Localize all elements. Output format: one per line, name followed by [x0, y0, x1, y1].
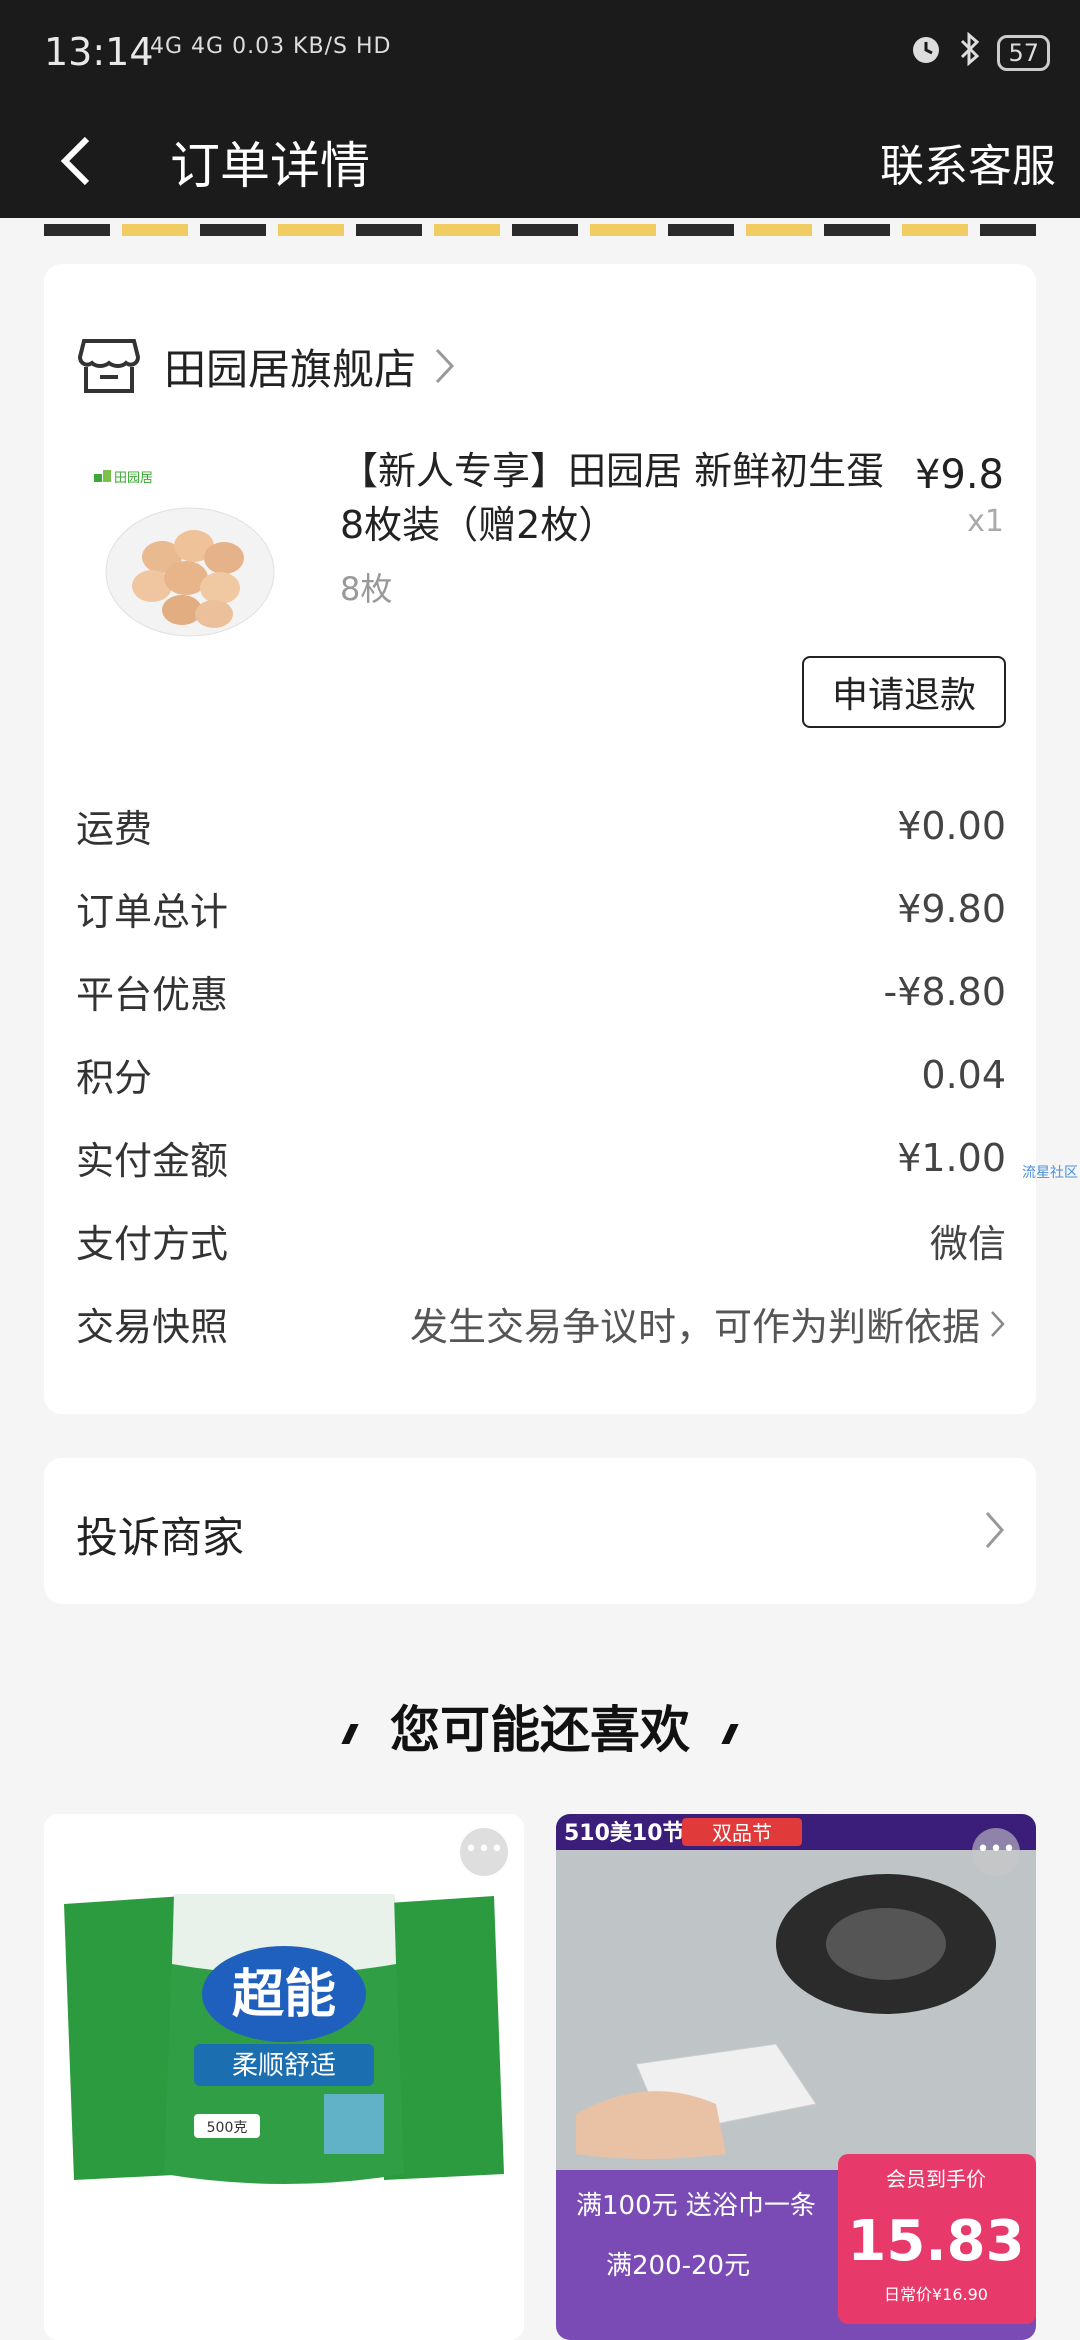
summary-value: 0.04 — [921, 1052, 1006, 1097]
status-bar: 13:14 4G 4G 0.03 KB/S HD 57 — [0, 0, 1080, 108]
sponge-product-image: 510美10节 双品节 满100元 送浴巾一条 满200-20元 会员到手价 1… — [556, 1814, 1036, 2340]
summary-row-discount: 平台优惠 -¥8.80 — [76, 950, 1006, 1033]
detergent-net-text: 500克 — [207, 2120, 248, 2136]
bluetooth-icon — [959, 31, 981, 73]
store-icon — [78, 339, 140, 393]
recommend-heading: 您可能还喜欢 — [0, 1690, 1080, 1762]
promo-text: 满100元 送浴巾一条 — [576, 2191, 816, 2221]
brand-logo-text: 田园居 — [114, 471, 153, 486]
detergent-subtitle-text: 柔顺舒适 — [232, 2051, 336, 2081]
shop-link[interactable]: 田园居旗舰店 — [78, 326, 456, 406]
chevron-right-icon — [435, 348, 455, 384]
summary-value: -¥8.80 — [883, 969, 1007, 1014]
summary-row-paid: 实付金额 ¥1.00 — [76, 1116, 1006, 1199]
product-title[interactable]: 【新人专享】田园居 新鲜初生蛋 8枚装（赠2枚） — [340, 444, 900, 552]
summary-label: 积分 — [76, 1056, 153, 1100]
chevron-right-icon — [991, 1310, 1005, 1337]
summary-value: ¥1.00 — [897, 1135, 1006, 1180]
status-right: 57 — [909, 31, 1050, 73]
chevron-left-icon — [60, 136, 90, 186]
heading-decor-icon — [341, 1723, 359, 1744]
product-quantity: x1 — [967, 504, 1004, 539]
alarm-icon — [909, 32, 943, 73]
complaint-merchant-row[interactable]: 投诉商家 — [44, 1458, 1036, 1604]
promo-tag-text: 双品节 — [712, 1821, 772, 1845]
promo-text: 满200-20元 — [606, 2251, 750, 2281]
contact-service-button[interactable]: 联系客服 — [880, 130, 1056, 194]
member-price-label: 会员到手价 — [886, 2167, 986, 2191]
summary-value: 发生交易争议时，可作为判断依据 — [409, 1305, 980, 1349]
top-bar: 13:14 4G 4G 0.03 KB/S HD 57 订单详情 联系客服 — [0, 0, 1080, 218]
refund-button[interactable]: 申请退款 — [802, 656, 1006, 728]
summary-label: 订单总计 — [76, 890, 229, 934]
summary-label: 平台优惠 — [76, 973, 229, 1017]
nav-bar: 订单详情 联系客服 — [0, 108, 1080, 218]
address-stripe-divider — [44, 224, 1036, 236]
complaint-label: 投诉商家 — [76, 1513, 245, 1562]
summary-label: 支付方式 — [76, 1222, 229, 1266]
side-watermark-text: 流星社区 — [1022, 1165, 1078, 1181]
order-card: 田园居旗舰店 田园居 【新人专享】田园居 新鲜初生蛋 8枚装（赠2枚） 8枚 ¥… — [44, 264, 1036, 1414]
more-options-button[interactable]: ••• — [460, 1828, 508, 1876]
heading-decor-icon — [721, 1723, 739, 1744]
summary-label: 运费 — [76, 807, 153, 851]
summary-value: ¥9.80 — [897, 886, 1006, 931]
summary-row-shipping: 运费 ¥0.00 — [76, 784, 1006, 867]
summary-value: 微信 — [929, 1222, 1006, 1266]
battery-indicator: 57 — [997, 34, 1050, 71]
summary-row-points: 积分 0.04 — [76, 1033, 1006, 1116]
summary-row-snapshot[interactable]: 交易快照 发生交易争议时，可作为判断依据 — [76, 1282, 1006, 1365]
promo-tag-text: 510美10节 — [564, 1820, 685, 1846]
summary-label: 实付金额 — [76, 1139, 229, 1183]
recommend-card-detergent[interactable]: 超能 柔顺舒适 500克 ••• — [44, 1814, 524, 2340]
status-network: 4G 4G 0.03 KB/S HD — [150, 34, 392, 59]
more-options-button[interactable]: ••• — [972, 1828, 1020, 1876]
order-summary: 运费 ¥0.00 订单总计 ¥9.80 平台优惠 -¥8.80 积分 0.04 … — [76, 784, 1006, 1365]
recommend-card-sponge[interactable]: 510美10节 双品节 满100元 送浴巾一条 满200-20元 会员到手价 1… — [556, 1814, 1036, 2340]
chevron-right-icon — [985, 1512, 1005, 1548]
summary-row-total: 订单总计 ¥9.80 — [76, 867, 1006, 950]
shop-name: 田园居旗舰店 — [164, 344, 417, 394]
product-image[interactable]: 田园居 — [90, 462, 280, 642]
summary-row-payment-method: 支付方式 微信 — [76, 1199, 1006, 1282]
member-price-value: 15.83 — [847, 2209, 1024, 2274]
back-button[interactable] — [40, 126, 110, 196]
product-spec: 8枚 — [340, 570, 393, 608]
recommend-title: 您可能还喜欢 — [390, 1701, 690, 1759]
page-title: 订单详情 — [170, 137, 370, 195]
snapshot-link[interactable]: 发生交易争议时，可作为判断依据 — [410, 1296, 1006, 1351]
normal-price-text: 日常价¥16.90 — [884, 2285, 988, 2304]
detergent-brand-text: 超能 — [232, 1965, 336, 2025]
summary-value: ¥0.00 — [897, 803, 1006, 848]
product-price: ¥9.8 — [914, 452, 1004, 498]
status-time: 13:14 — [44, 30, 154, 74]
summary-label: 交易快照 — [76, 1305, 229, 1349]
detergent-product-image: 超能 柔顺舒适 500克 — [44, 1814, 524, 2340]
